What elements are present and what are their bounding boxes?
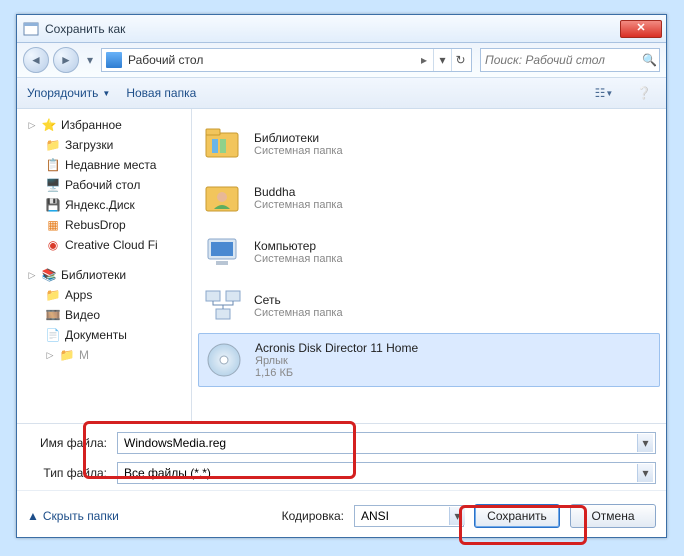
documents-icon: 📄	[45, 327, 61, 343]
filename-label: Имя файла:	[27, 436, 117, 450]
sidebar-item-recent[interactable]: 📋Недавние места	[19, 155, 189, 175]
file-list: БиблиотекиСистемная папка BuddhaСистемна…	[192, 109, 666, 423]
desktop-icon	[106, 52, 122, 68]
close-icon: ✕	[636, 23, 645, 34]
folder-icon: 📁	[45, 137, 61, 153]
organize-menu[interactable]: Упорядочить ▼	[27, 86, 110, 100]
titlebar: Сохранить как ✕	[17, 15, 666, 43]
filetype-select[interactable]: Все файлы (*.*) ▾	[117, 462, 656, 484]
footer: ▲Скрыть папки Кодировка: ANSI ▾ Сохранит…	[17, 490, 666, 540]
filetype-dropdown-btn[interactable]: ▾	[637, 464, 653, 482]
list-item[interactable]: КомпьютерСистемная папка	[198, 225, 660, 279]
address-text: Рабочий стол	[128, 53, 415, 67]
cancel-button[interactable]: Отмена	[570, 504, 656, 528]
sidebar-item-rebusdrop[interactable]: ▦RebusDrop	[19, 215, 189, 235]
hide-folders-button[interactable]: ▲Скрыть папки	[27, 509, 119, 523]
toolbar: Упорядочить ▼ Новая папка ☷ ▼ ❔	[17, 77, 666, 109]
history-dropdown[interactable]: ▾	[83, 50, 97, 70]
close-button[interactable]: ✕	[620, 20, 662, 38]
navbar: ◄ ► ▾ Рабочий стол ▸ ▾ ↻ 🔍	[17, 43, 666, 77]
sidebar-item-yandex[interactable]: 💾Яндекс.Диск	[19, 195, 189, 215]
list-item[interactable]: СетьСистемная папка	[198, 279, 660, 333]
network-icon	[202, 285, 244, 327]
sidebar-item-video[interactable]: 🎞️Видео	[19, 305, 189, 325]
sidebar-libraries[interactable]: ▷📚Библиотеки	[19, 265, 189, 285]
libraries-icon: 📚	[41, 267, 57, 283]
refresh-button[interactable]: ↻	[451, 49, 469, 71]
video-icon: 🎞️	[45, 307, 61, 323]
rebus-icon: ▦	[45, 217, 61, 233]
help-button[interactable]: ❔	[632, 86, 656, 100]
computer-icon	[202, 231, 244, 273]
apps-icon: 📁	[45, 287, 61, 303]
save-button[interactable]: Сохранить	[474, 504, 560, 528]
forward-button[interactable]: ►	[53, 47, 79, 73]
sidebar-item-apps[interactable]: 📁Apps	[19, 285, 189, 305]
window-title: Сохранить как	[45, 22, 620, 36]
encoding-select[interactable]: ANSI ▾	[354, 505, 464, 527]
address-bar[interactable]: Рабочий стол ▸ ▾ ↻	[101, 48, 472, 72]
yandex-icon: 💾	[45, 197, 61, 213]
save-as-dialog: Сохранить как ✕ ◄ ► ▾ Рабочий стол ▸ ▾ ↻…	[16, 14, 667, 538]
addr-dropdown[interactable]: ▾	[433, 49, 451, 71]
body: ▷⭐Избранное 📁Загрузки 📋Недавние места 🖥️…	[17, 109, 666, 423]
app-icon	[23, 21, 39, 37]
list-item[interactable]: BuddhaСистемная папка	[198, 171, 660, 225]
search-box[interactable]: 🔍	[480, 48, 660, 72]
search-input[interactable]	[485, 53, 642, 67]
sidebar-favorites[interactable]: ▷⭐Избранное	[19, 115, 189, 135]
encoding-dropdown-btn[interactable]: ▾	[449, 507, 465, 525]
encoding-label: Кодировка:	[282, 509, 344, 523]
chevron-up-icon: ▲	[27, 509, 39, 523]
breadcrumb-chevron[interactable]: ▸	[415, 53, 433, 67]
disk-icon	[203, 339, 245, 381]
search-icon: 🔍	[642, 53, 657, 67]
sidebar-item-documents[interactable]: 📄Документы	[19, 325, 189, 345]
view-options-button[interactable]: ☷ ▼	[592, 86, 616, 100]
sidebar-item-more[interactable]: ▷📁M	[19, 345, 189, 365]
star-icon: ⭐	[41, 117, 57, 133]
desktop-icon: 🖥️	[45, 177, 61, 193]
filename-input[interactable]	[124, 436, 637, 450]
filename-input-wrap: ▾	[117, 432, 656, 454]
user-folder-icon	[202, 177, 244, 219]
list-item[interactable]: БиблиотекиСистемная папка	[198, 117, 660, 171]
fields-area: Имя файла: ▾ Тип файла: Все файлы (*.*) …	[17, 423, 666, 486]
sidebar-item-desktop[interactable]: 🖥️Рабочий стол	[19, 175, 189, 195]
sidebar: ▷⭐Избранное 📁Загрузки 📋Недавние места 🖥️…	[17, 109, 192, 423]
libraries-folder-icon	[202, 123, 244, 165]
filetype-label: Тип файла:	[27, 466, 117, 480]
cc-icon: ◉	[45, 237, 61, 253]
recent-icon: 📋	[45, 157, 61, 173]
back-button[interactable]: ◄	[23, 47, 49, 73]
new-folder-button[interactable]: Новая папка	[126, 86, 196, 100]
sidebar-item-creativecloud[interactable]: ◉Creative Cloud Fi	[19, 235, 189, 255]
filename-dropdown[interactable]: ▾	[637, 434, 653, 452]
sidebar-item-downloads[interactable]: 📁Загрузки	[19, 135, 189, 155]
list-item[interactable]: Acronis Disk Director 11 HomeЯрлык1,16 К…	[198, 333, 660, 387]
